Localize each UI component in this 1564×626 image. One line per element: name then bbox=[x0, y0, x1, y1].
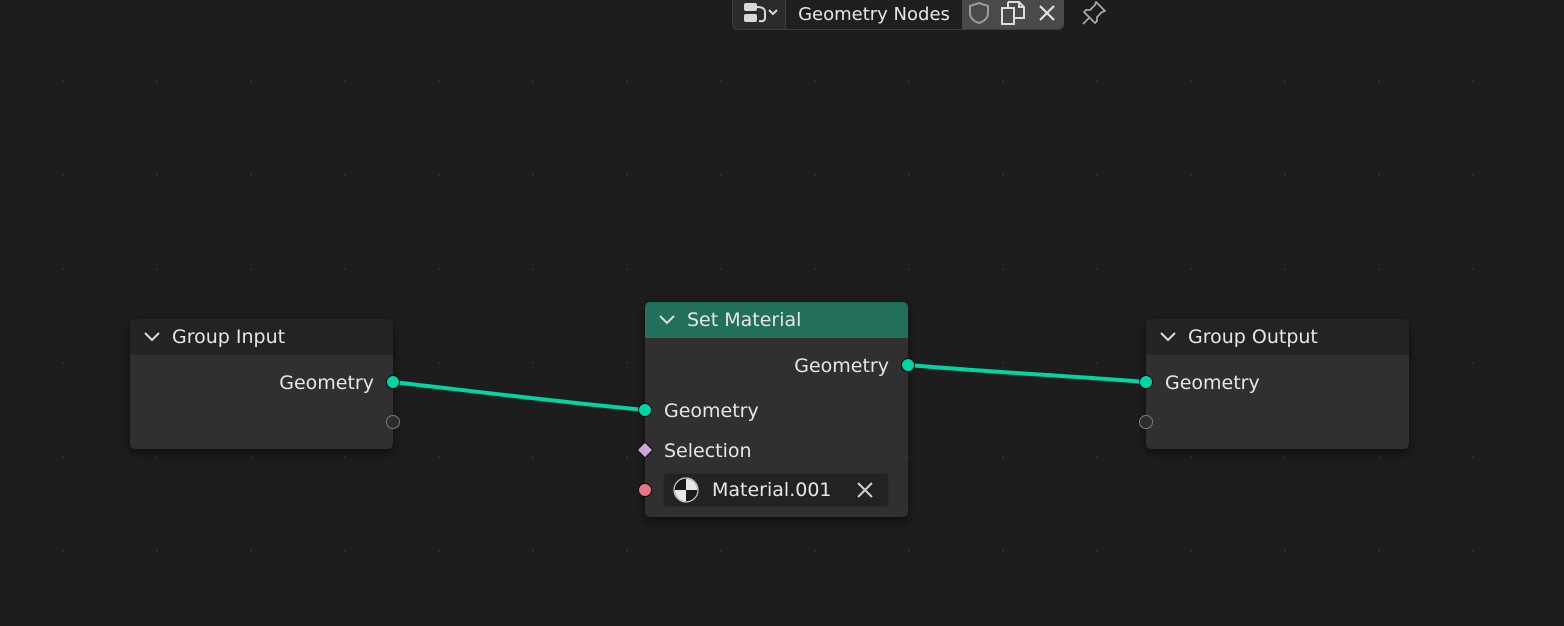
node-tree-selector: Geometry Nodes bbox=[732, 0, 1114, 30]
input-label: Selection bbox=[664, 440, 752, 462]
material-selector[interactable]: Material.001 bbox=[663, 473, 889, 507]
set-material-node[interactable]: Set Material Geometry Geometry Selection… bbox=[636, 302, 915, 517]
output-label: Geometry bbox=[279, 372, 374, 394]
group-input-node[interactable]: Group Input Geometry bbox=[130, 319, 400, 449]
input-label: Geometry bbox=[664, 400, 759, 422]
input-label: Geometry bbox=[1165, 372, 1260, 394]
link-set-material-to-group-output[interactable] bbox=[907, 363, 1147, 384]
node-title: Set Material bbox=[687, 309, 802, 331]
pin-icon bbox=[1080, 0, 1108, 31]
node-title: Group Output bbox=[1188, 326, 1318, 348]
fake-user-button[interactable] bbox=[962, 0, 996, 30]
link-group-input-to-set-material[interactable] bbox=[392, 380, 646, 412]
node-tree-name: Geometry Nodes bbox=[798, 4, 950, 25]
node-tree-browse-icon bbox=[739, 0, 779, 30]
group-output-node[interactable]: Group Output Geometry bbox=[1139, 319, 1409, 449]
chevron-down-icon[interactable] bbox=[657, 310, 677, 330]
node-header[interactable]: Group Output bbox=[1146, 319, 1409, 355]
node-editor-canvas[interactable]: Geometry Nodes Group Input Geometry Set … bbox=[0, 0, 1564, 626]
duplicate-node-tree-button[interactable] bbox=[996, 0, 1030, 30]
chevron-down-icon[interactable] bbox=[142, 327, 162, 347]
shield-icon bbox=[967, 1, 991, 29]
material-sphere-icon bbox=[672, 476, 700, 504]
geometry-input-socket[interactable] bbox=[1139, 375, 1153, 389]
geometry-output-socket[interactable] bbox=[386, 375, 400, 389]
duplicate-icon bbox=[1000, 0, 1026, 30]
empty-input-socket[interactable] bbox=[1139, 415, 1153, 429]
empty-output-socket[interactable] bbox=[386, 415, 400, 429]
material-input-socket[interactable] bbox=[638, 483, 652, 497]
node-header[interactable]: Set Material bbox=[645, 302, 908, 338]
selection-input-socket[interactable] bbox=[636, 441, 654, 459]
geometry-input-socket[interactable] bbox=[638, 403, 652, 417]
unlink-node-tree-button[interactable] bbox=[1030, 0, 1064, 30]
close-icon bbox=[857, 482, 873, 498]
close-icon bbox=[1037, 3, 1057, 27]
node-tree-name-field[interactable]: Geometry Nodes bbox=[786, 0, 962, 30]
pin-button[interactable] bbox=[1074, 0, 1114, 30]
browse-node-tree-button[interactable] bbox=[732, 0, 786, 30]
node-title: Group Input bbox=[172, 326, 286, 348]
geometry-output-socket[interactable] bbox=[901, 358, 915, 372]
material-name: Material.001 bbox=[712, 479, 832, 501]
clear-material-button[interactable] bbox=[854, 479, 876, 501]
node-header[interactable]: Group Input bbox=[130, 319, 393, 355]
chevron-down-icon[interactable] bbox=[1158, 327, 1178, 347]
output-label: Geometry bbox=[794, 355, 889, 377]
